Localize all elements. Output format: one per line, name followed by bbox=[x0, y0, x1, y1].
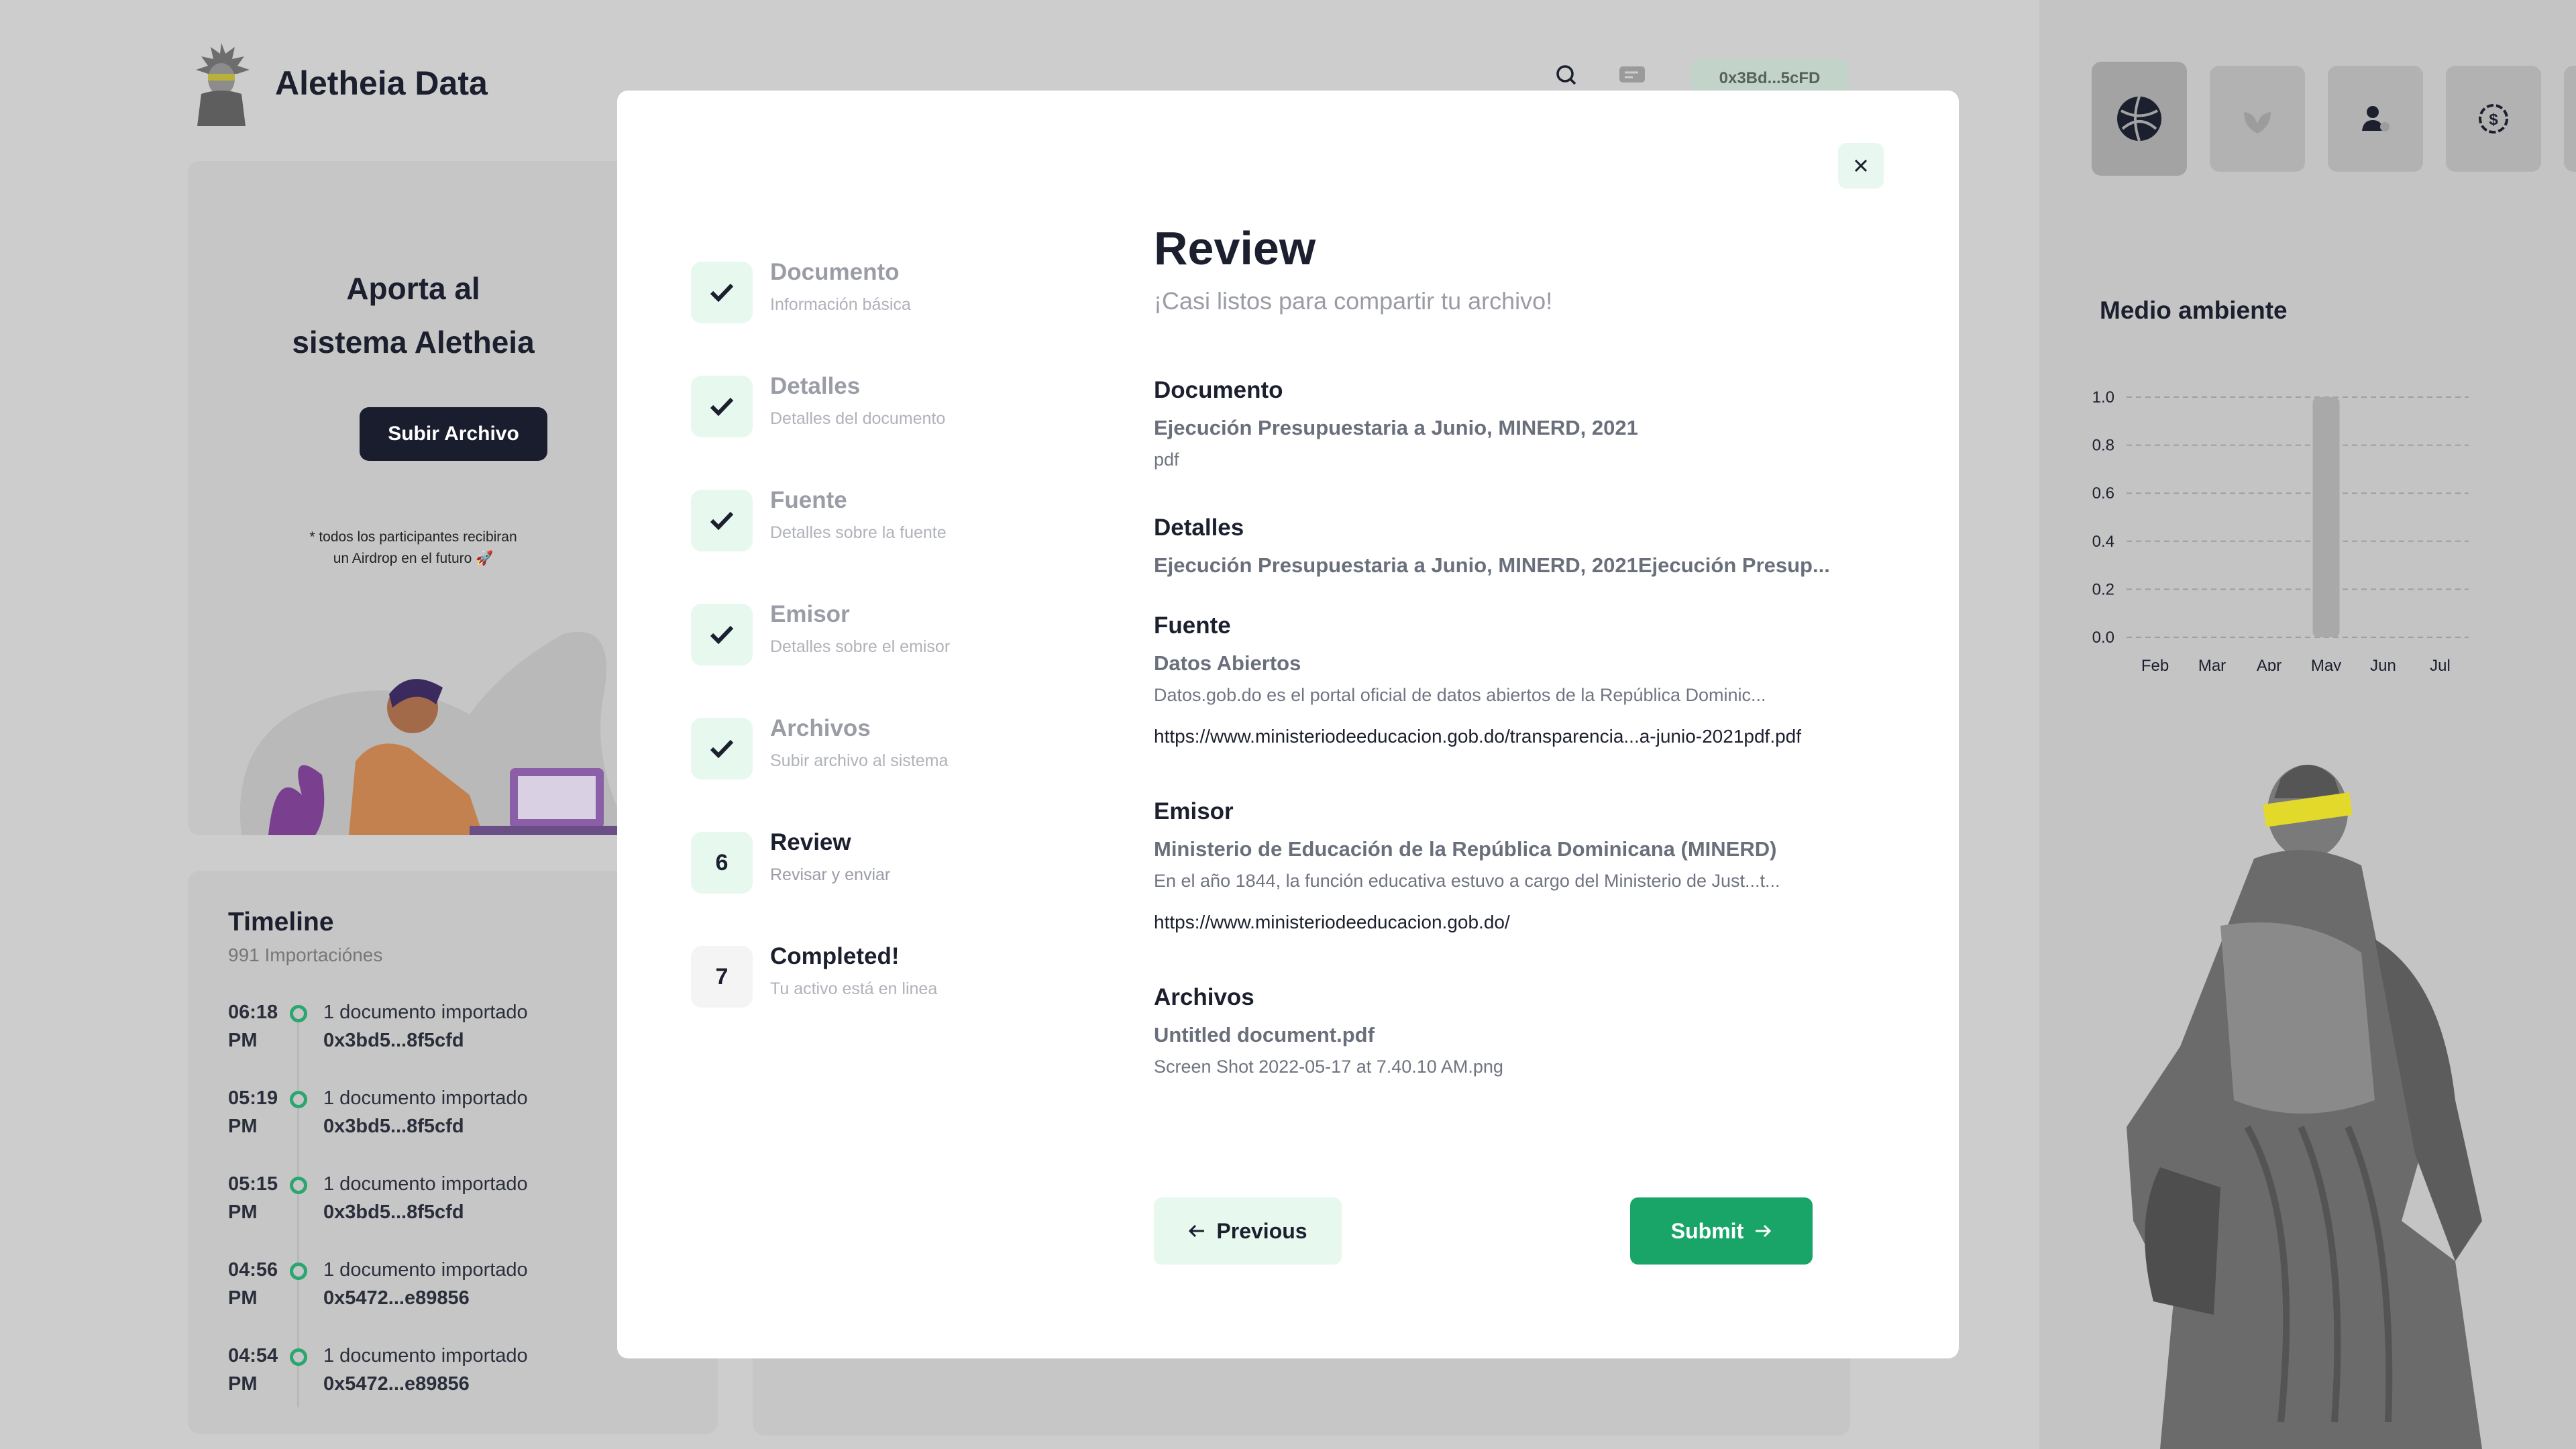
step-subtitle: Detalles del documento bbox=[770, 409, 946, 428]
step-subtitle: Detalles sobre la fuente bbox=[770, 523, 947, 542]
arrow-right-icon bbox=[1756, 1224, 1772, 1238]
step-badge bbox=[691, 604, 753, 665]
arrow-left-icon bbox=[1189, 1224, 1205, 1238]
close-button[interactable] bbox=[1838, 143, 1884, 189]
check-icon bbox=[710, 739, 734, 759]
details-value: Ejecución Presupuestaria a Junio, MINERD… bbox=[1154, 553, 1830, 577]
previous-label: Previous bbox=[1216, 1218, 1307, 1243]
step-subtitle: Subir archivo al sistema bbox=[770, 751, 949, 770]
document-title-value: Ejecución Presupuestaria a Junio, MINERD… bbox=[1154, 416, 1638, 439]
review-section-documento: Documento Ejecución Presupuestaria a Jun… bbox=[1154, 377, 1912, 470]
step-review[interactable]: 6 Review Revisar y enviar bbox=[691, 829, 1093, 912]
check-icon bbox=[710, 625, 734, 645]
review-subtitle: ¡Casi listos para compartir tu archivo! bbox=[1154, 287, 1553, 315]
step-subtitle: Tu activo está en linea bbox=[770, 979, 938, 998]
issuer-description-value: En el año 1844, la función educativa est… bbox=[1154, 871, 1780, 891]
review-section-archivos: Archivos Untitled document.pdf Screen Sh… bbox=[1154, 984, 1912, 1077]
check-icon bbox=[710, 397, 734, 417]
step-archivos[interactable]: Archivos Subir archivo al sistema bbox=[691, 715, 1093, 798]
review-title: Review bbox=[1154, 222, 1316, 274]
step-documento[interactable]: Documento Información básica bbox=[691, 259, 1093, 342]
document-format-value: pdf bbox=[1154, 449, 1179, 470]
source-link[interactable]: https://www.ministeriodeeducacion.gob.do… bbox=[1154, 726, 1912, 747]
check-icon bbox=[710, 511, 734, 531]
step-title: Archivos bbox=[770, 715, 871, 741]
step-title: Completed! bbox=[770, 943, 900, 969]
submit-button[interactable]: Submit bbox=[1630, 1197, 1813, 1265]
step-title: Review bbox=[770, 829, 851, 855]
step-number-badge: 6 bbox=[691, 832, 753, 894]
review-section-fuente: Fuente Datos Abiertos Datos.gob.do es el… bbox=[1154, 612, 1912, 747]
step-detalles[interactable]: Detalles Detalles del documento bbox=[691, 373, 1093, 456]
step-emisor[interactable]: Emisor Detalles sobre el emisor bbox=[691, 601, 1093, 684]
step-number-badge: 7 bbox=[691, 946, 753, 1008]
issuer-name-value: Ministerio de Educación de la República … bbox=[1154, 837, 1777, 861]
step-subtitle: Información básica bbox=[770, 295, 911, 314]
source-description-value: Datos.gob.do es el portal oficial de dat… bbox=[1154, 685, 1766, 705]
section-heading: Emisor bbox=[1154, 798, 1234, 824]
step-title: Fuente bbox=[770, 487, 847, 513]
step-badge bbox=[691, 718, 753, 780]
upload-wizard-modal: Documento Información básica Detalles De… bbox=[617, 91, 1959, 1358]
step-title: Documento bbox=[770, 259, 900, 285]
section-heading: Archivos bbox=[1154, 984, 1254, 1010]
source-name-value: Datos Abiertos bbox=[1154, 651, 1301, 675]
step-badge bbox=[691, 490, 753, 551]
step-completed[interactable]: 7 Completed! Tu activo está en linea bbox=[691, 943, 1093, 1026]
section-heading: Fuente bbox=[1154, 612, 1231, 639]
review-panel: Review ¡Casi listos para compartir tu ar… bbox=[1154, 221, 1912, 1077]
step-title: Emisor bbox=[770, 601, 850, 627]
issuer-link[interactable]: https://www.ministeriodeeducacion.gob.do… bbox=[1154, 912, 1912, 933]
step-subtitle: Revisar y enviar bbox=[770, 865, 891, 884]
review-section-detalles: Detalles Ejecución Presupuestaria a Juni… bbox=[1154, 515, 1912, 578]
step-subtitle: Detalles sobre el emisor bbox=[770, 637, 951, 656]
close-icon bbox=[1854, 159, 1868, 172]
file-name-value: Untitled document.pdf bbox=[1154, 1023, 1375, 1046]
step-badge bbox=[691, 376, 753, 437]
screenshot-file-value: Screen Shot 2022-05-17 at 7.40.10 AM.png bbox=[1154, 1057, 1503, 1077]
submit-label: Submit bbox=[1670, 1218, 1744, 1243]
review-section-emisor: Emisor Ministerio de Educación de la Rep… bbox=[1154, 798, 1912, 933]
section-heading: Documento bbox=[1154, 377, 1283, 403]
check-icon bbox=[710, 283, 734, 303]
step-fuente[interactable]: Fuente Detalles sobre la fuente bbox=[691, 487, 1093, 570]
step-title: Detalles bbox=[770, 373, 861, 399]
step-badge bbox=[691, 262, 753, 323]
section-heading: Detalles bbox=[1154, 515, 1244, 541]
previous-button[interactable]: Previous bbox=[1154, 1197, 1342, 1265]
